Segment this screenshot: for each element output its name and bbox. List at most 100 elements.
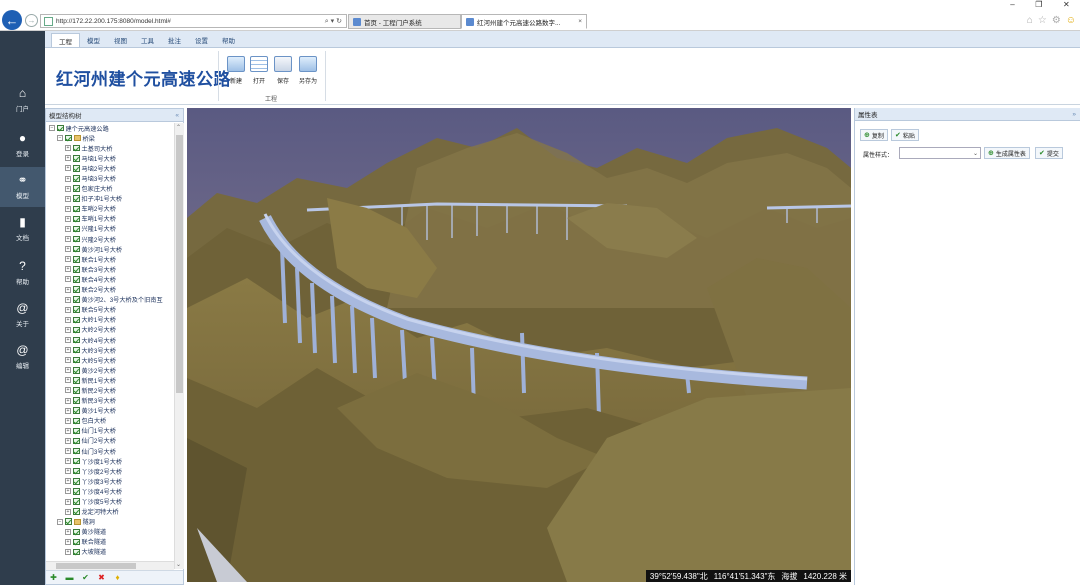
expand-node-icon[interactable]: + bbox=[65, 437, 71, 444]
checkbox[interactable] bbox=[73, 336, 80, 344]
collapse-node-icon[interactable]: − bbox=[57, 135, 63, 142]
checkbox[interactable] bbox=[73, 185, 80, 192]
nav-item-model[interactable]: ⚭ 模型 bbox=[0, 167, 45, 207]
tree-node[interactable]: + 大岭5号大桥 bbox=[46, 355, 174, 365]
tree-node[interactable]: + 大岭1号大桥 bbox=[46, 315, 174, 325]
tree-node[interactable]: + 丫沙度2号大桥 bbox=[46, 466, 174, 476]
tree-node[interactable]: + 大坡隧道 bbox=[46, 547, 174, 557]
tree-node[interactable]: + 联合2号大桥 bbox=[46, 285, 174, 295]
expand-node-icon[interactable]: + bbox=[65, 286, 71, 293]
checkbox[interactable] bbox=[73, 356, 80, 364]
expand-node-icon[interactable]: + bbox=[65, 427, 71, 434]
scroll-thumb[interactable] bbox=[176, 135, 183, 393]
checkbox[interactable] bbox=[73, 488, 80, 495]
expand-node-icon[interactable]: + bbox=[65, 508, 71, 515]
save-button[interactable]: 保存 bbox=[272, 56, 294, 85]
tree-node[interactable]: − 建个元高速公路 bbox=[46, 123, 174, 133]
expand-node-icon[interactable]: + bbox=[65, 528, 71, 535]
expand-node-icon[interactable]: + bbox=[65, 205, 71, 212]
tree-node[interactable]: + 丫沙度5号大桥 bbox=[46, 496, 174, 506]
tree-node[interactable]: + 马垴3号大桥 bbox=[46, 173, 174, 183]
expand-node-icon[interactable]: + bbox=[65, 175, 71, 182]
tree-node[interactable]: + 黄沙河2、3号大桥及个旧南互 bbox=[46, 295, 174, 305]
checkbox[interactable] bbox=[73, 447, 80, 455]
tree-node[interactable]: + 联合4号大桥 bbox=[46, 274, 174, 284]
checkbox[interactable] bbox=[73, 276, 80, 283]
tree-node[interactable]: + 兴隆1号大桥 bbox=[46, 224, 174, 234]
expand-node-icon[interactable]: + bbox=[65, 215, 71, 222]
expand-node-icon[interactable]: + bbox=[65, 367, 71, 374]
tree-node[interactable]: + 黄沙隧道 bbox=[46, 527, 174, 537]
checkbox[interactable] bbox=[73, 235, 80, 243]
maximize-icon[interactable]: ❐ bbox=[1035, 0, 1042, 12]
expand-node-icon[interactable]: + bbox=[65, 306, 71, 313]
checkbox[interactable] bbox=[65, 134, 72, 142]
expand-node-icon[interactable]: + bbox=[65, 468, 71, 475]
expand-node-icon[interactable]: + bbox=[65, 155, 71, 162]
checkbox[interactable] bbox=[73, 508, 80, 515]
nav-item-about[interactable]: @ 关于 bbox=[0, 295, 45, 335]
tree-node[interactable]: + 联合5号大桥 bbox=[46, 305, 174, 315]
expand-node-icon[interactable]: + bbox=[65, 326, 71, 333]
tree-node[interactable]: + 龙定河特大桥 bbox=[46, 507, 174, 517]
back-button[interactable]: ← bbox=[2, 10, 22, 30]
tree-node[interactable]: + 大岭3号大桥 bbox=[46, 345, 174, 355]
scroll-down-icon[interactable]: ⌄ bbox=[176, 561, 181, 568]
collapse-node-icon[interactable]: − bbox=[49, 125, 55, 132]
copy-button[interactable]: ⊕ 复制 bbox=[860, 129, 888, 141]
expand-node-icon[interactable]: + bbox=[65, 347, 71, 354]
checkbox[interactable] bbox=[73, 245, 80, 253]
expand-node-icon[interactable]: + bbox=[65, 498, 71, 505]
tree-node[interactable]: + 新民3号大桥 bbox=[46, 396, 174, 406]
checkbox[interactable] bbox=[73, 326, 80, 334]
tree-node[interactable]: + 马垴2号大桥 bbox=[46, 163, 174, 173]
expand-node-icon[interactable]: + bbox=[65, 276, 71, 283]
tree-node[interactable]: + 仙门1号大桥 bbox=[46, 426, 174, 436]
tree-node[interactable]: + 包白大桥 bbox=[46, 416, 174, 426]
tab-tools[interactable]: 工具 bbox=[134, 33, 161, 47]
tree-vertical-scrollbar[interactable]: ⌃ ⌄ bbox=[174, 123, 184, 569]
checkbox[interactable] bbox=[73, 195, 80, 202]
nav-item-login[interactable]: ● 登录 bbox=[0, 125, 45, 165]
tab-model[interactable]: 模型 bbox=[80, 33, 107, 47]
tree-node[interactable]: − 隧洞 bbox=[46, 517, 174, 527]
star-icon[interactable]: ☆ bbox=[1038, 15, 1047, 26]
expand-node-icon[interactable]: + bbox=[65, 225, 71, 232]
home-icon[interactable]: ⌂ bbox=[1027, 15, 1033, 26]
minimize-icon[interactable]: – bbox=[1010, 0, 1014, 12]
checkbox[interactable] bbox=[73, 306, 80, 313]
expand-node-icon[interactable]: + bbox=[65, 256, 71, 263]
nav-item-edit[interactable]: @ 编辑 bbox=[0, 337, 45, 377]
expand-node-icon[interactable]: + bbox=[65, 195, 71, 202]
checkbox[interactable] bbox=[73, 397, 80, 404]
tab-view[interactable]: 视图 bbox=[107, 33, 134, 47]
checkbox[interactable] bbox=[73, 478, 80, 485]
checkbox[interactable] bbox=[73, 266, 80, 273]
checkbox[interactable] bbox=[73, 437, 80, 445]
browser-tab-portal[interactable]: 首页 - 工程门户系统 bbox=[348, 14, 461, 29]
tree-node[interactable]: + 包家庄大桥 bbox=[46, 184, 174, 194]
tree-node[interactable]: − 桥梁 bbox=[46, 133, 174, 143]
address-bar[interactable]: http://172.22.200.175:8080/model.html# ⌕… bbox=[40, 14, 347, 28]
tab-settings[interactable]: 设置 bbox=[188, 33, 215, 47]
tree-node[interactable]: + 仙门2号大桥 bbox=[46, 436, 174, 446]
checkbox[interactable] bbox=[73, 165, 80, 172]
generate-table-button[interactable]: ⊕ 生成属性表 bbox=[984, 147, 1030, 159]
tree-node[interactable]: + 黄沙1号大桥 bbox=[46, 406, 174, 416]
expand-node-icon[interactable]: + bbox=[65, 185, 71, 192]
checkbox[interactable] bbox=[73, 548, 80, 556]
expand-node-icon[interactable]: + bbox=[65, 266, 71, 273]
expand-node-icon[interactable]: + bbox=[65, 246, 71, 253]
tree-node[interactable]: + 大岭2号大桥 bbox=[46, 325, 174, 335]
checkbox[interactable] bbox=[73, 256, 80, 263]
checkbox[interactable] bbox=[73, 175, 80, 182]
checkbox[interactable] bbox=[73, 296, 80, 303]
expand-node-icon[interactable]: + bbox=[65, 448, 71, 455]
terrain-scene[interactable] bbox=[187, 108, 851, 582]
checkbox[interactable] bbox=[73, 427, 80, 435]
tree-node[interactable]: + 联合1号大桥 bbox=[46, 254, 174, 264]
nav-item-help[interactable]: ? 帮助 bbox=[0, 253, 45, 293]
close-icon[interactable]: ✕ bbox=[1063, 0, 1070, 12]
add-icon[interactable]: ✚ bbox=[49, 573, 58, 582]
checkbox[interactable] bbox=[73, 144, 80, 152]
